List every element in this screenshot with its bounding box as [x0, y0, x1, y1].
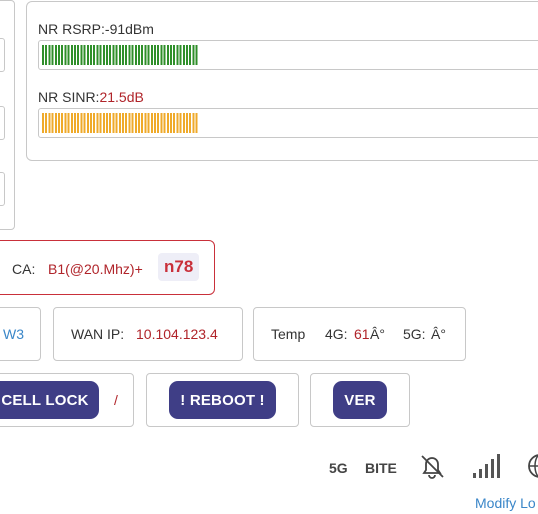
ca-value: B1(@20.Mhz)+ [48, 261, 143, 277]
reboot-box: ! REBOOT ! [146, 373, 299, 427]
nr-rsrp-meter [38, 40, 538, 70]
cell-lock-box: CELL LOCK / [0, 373, 134, 427]
cell-lock-button[interactable]: CELL LOCK [0, 381, 99, 419]
temp-4g-label: 4G: [325, 326, 348, 342]
notifications-off-icon-svg [421, 455, 444, 479]
nr-sinr-value: 21.5dB [99, 89, 144, 105]
nr-rsrp-bar-fill [42, 45, 199, 65]
modify-link[interactable]: Modify Lo [475, 495, 536, 511]
ca-box: CA: B1(@20.Mhz)+ n78 [0, 240, 215, 295]
wan-ip-box: WAN IP: 10.104.123.4 [53, 307, 243, 361]
nr-rsrp-label: NR RSRP:-91dBm [38, 21, 154, 37]
ca-band-badge: n78 [158, 253, 200, 281]
globe-icon-svg [528, 454, 538, 478]
temp-5g-value: Â° [431, 326, 446, 342]
signal-bars-icon[interactable] [471, 452, 501, 480]
ver-box: VER [310, 373, 410, 427]
nr-sinr-label: NR SINR:21.5dB [38, 89, 144, 105]
signal-bars-icon-svg [473, 454, 500, 478]
temp-label: Temp [271, 326, 306, 342]
left-partial-box: W3 [0, 307, 41, 361]
wan-ip-label: WAN IP: [71, 326, 125, 342]
temp-4g-unit: Â° [370, 326, 385, 342]
left-input-1[interactable] [0, 38, 5, 72]
cell-lock-separator: / [114, 392, 118, 408]
nr-sinr-title: NR SINR: [38, 89, 100, 105]
temp-5g-label: 5G: [403, 326, 426, 342]
nr-sinr-bar-fill [42, 113, 199, 133]
globe-icon[interactable] [526, 452, 538, 480]
left-input-2[interactable] [0, 106, 5, 140]
network-type-label: 5G [329, 460, 348, 476]
reboot-button[interactable]: ! REBOOT ! [169, 381, 276, 419]
notifications-off-icon[interactable] [418, 452, 446, 480]
nr-sinr-meter [38, 108, 538, 138]
temp-4g-value: 61 [354, 326, 370, 342]
left-partial-text: W3 [3, 326, 24, 342]
operator-label: BITE [365, 460, 397, 476]
nr-rsrp-value: -91dBm [104, 21, 154, 37]
nr-signal-panel: NR RSRP:-91dBm NR SINR:21.5dB [26, 1, 538, 161]
ver-button[interactable]: VER [333, 381, 387, 419]
wan-ip-value: 10.104.123.4 [136, 326, 218, 342]
left-input-3[interactable] [0, 172, 5, 206]
temp-box: Temp 4G: 61 Â° 5G: Â° [253, 307, 466, 361]
ca-label: CA: [12, 261, 36, 277]
nr-rsrp-title: NR RSRP: [38, 21, 105, 37]
